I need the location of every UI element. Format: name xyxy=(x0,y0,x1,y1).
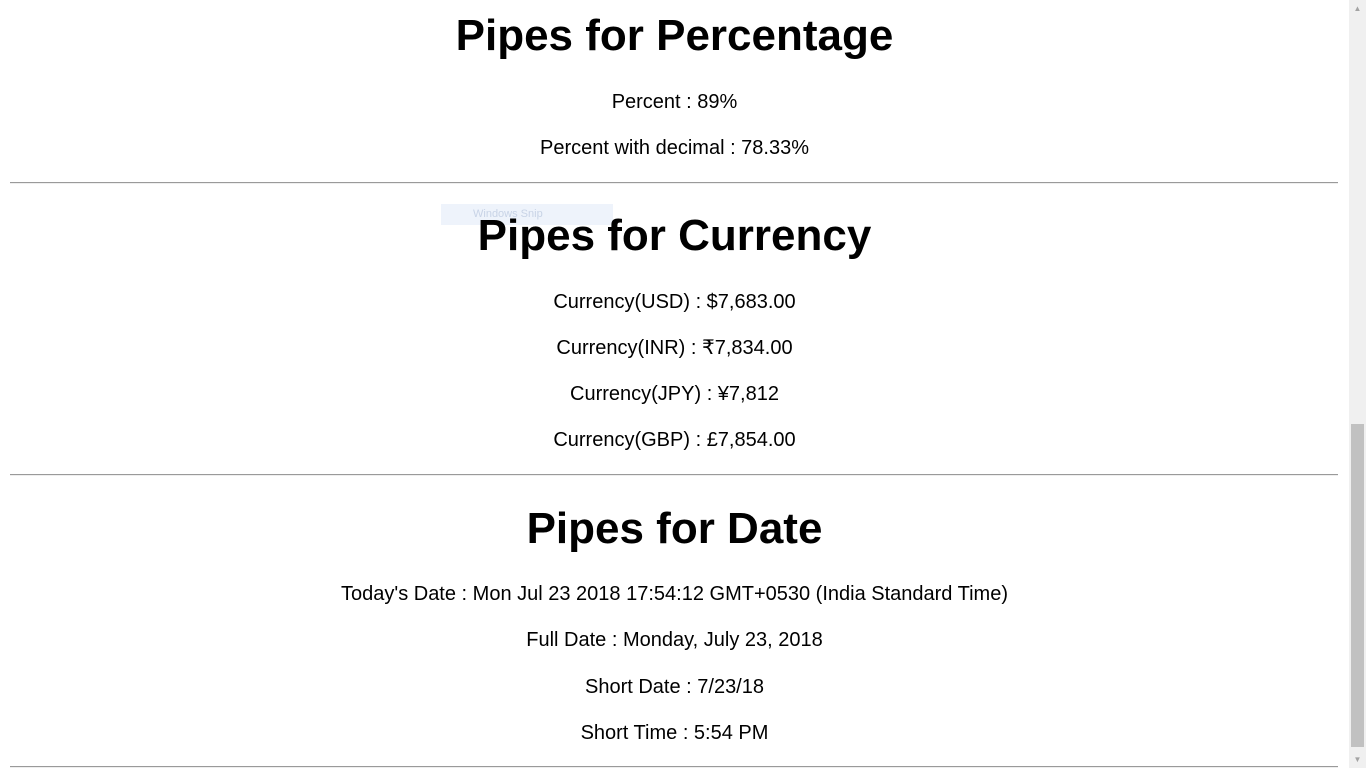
triangle-up-icon: ▲ xyxy=(1353,4,1362,13)
short-date-line: Short Date : 7/23/18 xyxy=(584,676,764,698)
triangle-down-icon: ▼ xyxy=(1353,755,1362,764)
page-content: Pipes for Percentage Percent : 89% Perce… xyxy=(0,0,1349,768)
vertical-scrollbar[interactable]: ▲ ▼ xyxy=(1349,0,1366,768)
scroll-down-button[interactable]: ▼ xyxy=(1349,751,1366,768)
currency-gbp-line: Currency(GBP) : £7,854.00 xyxy=(553,429,796,451)
percent-line: Percent : 89% xyxy=(611,91,738,113)
currency-inr-line: Currency(INR) : ₹7,834.00 xyxy=(556,337,793,359)
currency-heading: Pipes for Currency xyxy=(477,211,872,260)
scroll-up-button[interactable]: ▲ xyxy=(1349,0,1366,17)
currency-usd-line: Currency(USD) : $7,683.00 xyxy=(553,291,796,313)
short-time-line: Short Time : 5:54 PM xyxy=(580,722,769,744)
currency-jpy-line: Currency(JPY) : ¥7,812 xyxy=(570,383,779,405)
percent-decimal-line: Percent with decimal : 78.33% xyxy=(539,137,810,159)
date-heading: Pipes for Date xyxy=(526,504,823,553)
divider xyxy=(10,474,1338,476)
divider xyxy=(10,182,1338,184)
percentage-heading: Pipes for Percentage xyxy=(455,11,894,60)
scrollbar-thumb[interactable] xyxy=(1351,424,1364,747)
full-date-line: Full Date : Monday, July 23, 2018 xyxy=(526,629,823,651)
todays-date-line: Today's Date : Mon Jul 23 2018 17:54:12 … xyxy=(341,583,1008,605)
